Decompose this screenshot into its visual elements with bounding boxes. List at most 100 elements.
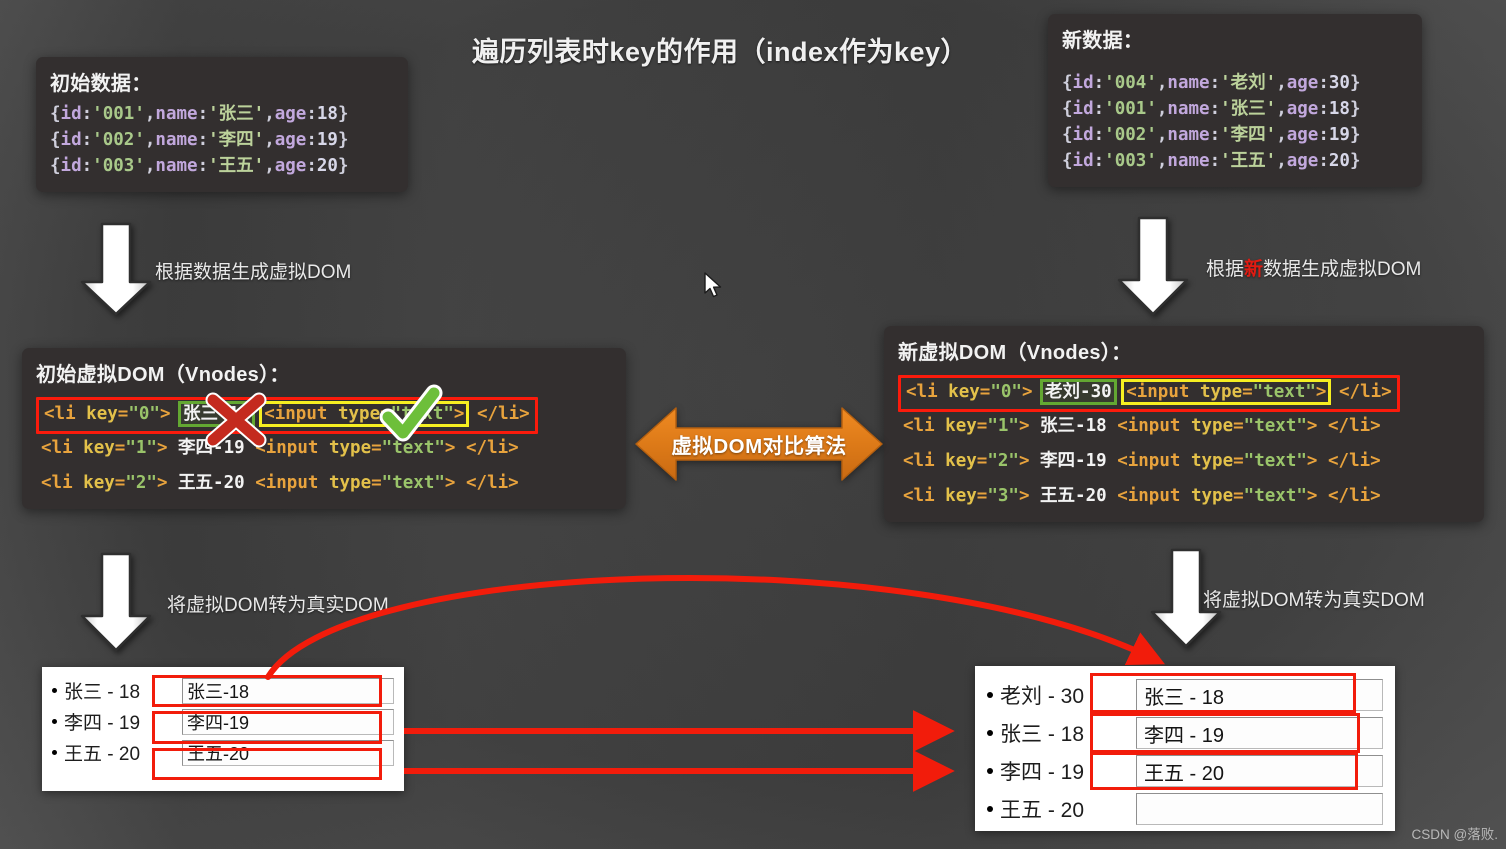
initial-vdom-key: "0" bbox=[128, 404, 160, 424]
new-data-id: '003' bbox=[1104, 150, 1157, 171]
new-data-title: 新数据： bbox=[1062, 30, 1144, 52]
realdom-left-label: 李四 - 19 bbox=[64, 713, 141, 734]
down-arrow-icon bbox=[78, 222, 154, 316]
new-vdom-row: <li key="1"> 张三-18 <input type="text"> <… bbox=[903, 415, 1381, 436]
initial-vdom-key: "1" bbox=[125, 437, 157, 458]
new-vdom-text: 张三-18 bbox=[1040, 415, 1107, 436]
down-arrow-icon bbox=[78, 552, 154, 652]
new-vdom-key: "0" bbox=[990, 382, 1022, 402]
new-data-line: {id:'004',name:'老刘',age:30} bbox=[1062, 73, 1361, 93]
new-data-line: {id:'003',name:'王五',age:20} bbox=[1062, 150, 1361, 171]
initial-data-line: {id:'002',name:'李四',age:19} bbox=[50, 129, 349, 150]
initial-data-line: {id:'003',name:'王五',age:20} bbox=[50, 155, 349, 176]
bullet-icon bbox=[987, 806, 993, 812]
label-to-realdom-left: 将虚拟DOM转为真实DOM bbox=[167, 595, 389, 616]
realdom-left-row: 李四 - 19 李四-19 bbox=[52, 706, 394, 737]
diff-algorithm-arrow: 虚拟DOM对比算法 bbox=[634, 404, 884, 484]
realdom-right-row: 李四 - 19 王五 - 20 bbox=[987, 752, 1383, 790]
initial-data-panel: 初始数据： {id:'001',name:'张三',age:18} {id:'0… bbox=[36, 57, 408, 192]
new-data-name: '张三' bbox=[1220, 98, 1277, 119]
initial-data-id: '002' bbox=[92, 129, 145, 150]
realdom-left-label: 张三 - 18 bbox=[64, 682, 141, 703]
initial-data-age: 20 bbox=[316, 155, 338, 176]
initial-vdom-text: 李四-19 bbox=[178, 437, 245, 458]
initial-data-id: '003' bbox=[92, 155, 145, 176]
label-generate-vdom-left: 根据数据生成虚拟DOM bbox=[155, 262, 352, 283]
bullet-icon bbox=[52, 750, 57, 755]
new-data-age: 20 bbox=[1328, 150, 1350, 171]
realdom-right-input[interactable]: 王五 - 20 bbox=[1136, 755, 1383, 787]
new-data-line: {id:'002',name:'李四',age:19} bbox=[1062, 124, 1361, 145]
new-vdom-title: 新虚拟DOM（Vnodes）： bbox=[898, 342, 1132, 364]
new-data-name: '老刘' bbox=[1220, 73, 1277, 93]
realdom-left-label: 王五 - 20 bbox=[64, 744, 141, 765]
new-vdom-key: "3" bbox=[987, 485, 1019, 506]
new-data-id: '001' bbox=[1104, 98, 1157, 119]
new-vdom-row: <li key="2"> 李四-19 <input type="text"> <… bbox=[903, 450, 1381, 471]
bullet-icon bbox=[987, 730, 993, 736]
initial-vdom-panel: 初始虚拟DOM（Vnodes）： <li key="0"> 张三-18 <inp… bbox=[22, 348, 626, 509]
label-highlight-new: 新 bbox=[1244, 259, 1264, 280]
realdom-left-input[interactable]: 张三-18 bbox=[182, 677, 394, 704]
realdom-right-input[interactable]: 李四 - 19 bbox=[1136, 717, 1383, 749]
new-vdom-row: <li key="3"> 王五-20 <input type="text"> <… bbox=[903, 485, 1381, 506]
initial-vdom-title: 初始虚拟DOM（Vnodes）： bbox=[36, 364, 290, 386]
initial-vdom-text-0: 张三-18 bbox=[178, 401, 255, 427]
realdom-right-row: 张三 - 18 李四 - 19 bbox=[987, 714, 1383, 752]
initial-vdom-text: 王五-20 bbox=[178, 472, 245, 493]
initial-vdom-row: <li key="1"> 李四-19 <input type="text"> <… bbox=[41, 437, 519, 458]
realdom-right-input[interactable] bbox=[1136, 793, 1383, 825]
realdom-right-label: 张三 - 18 bbox=[1000, 723, 1085, 746]
bullet-icon bbox=[52, 688, 57, 693]
realdom-right-row: 老刘 - 30 张三 - 18 bbox=[987, 676, 1383, 714]
realdom-right-label: 李四 - 19 bbox=[1000, 761, 1085, 784]
new-vdom-panel: 新虚拟DOM（Vnodes）： <li key="0"> 老刘-30 <inpu… bbox=[884, 326, 1484, 522]
mouse-cursor-icon bbox=[704, 272, 724, 300]
initial-data-age: 19 bbox=[316, 129, 338, 150]
initial-vdom-row: <li key="0"> 张三-18 <input type="text"> <… bbox=[44, 401, 530, 427]
initial-data-title: 初始数据： bbox=[50, 73, 152, 95]
page-title: 遍历列表时key的作用（index作为key） bbox=[471, 37, 969, 67]
initial-data-name: '李四' bbox=[208, 129, 265, 150]
initial-data-id: '001' bbox=[92, 104, 145, 124]
realdom-left-row: 王五 - 20 王五-20 bbox=[52, 737, 394, 768]
new-data-age: 18 bbox=[1328, 98, 1350, 119]
realdom-right-label: 王五 - 20 bbox=[1000, 799, 1085, 822]
new-vdom-highlight-row: <li key="0"> 老刘-30 <input type="text"> <… bbox=[898, 375, 1400, 412]
label-suffix: 数据生成虚拟DOM bbox=[1263, 259, 1422, 280]
new-data-age: 19 bbox=[1328, 124, 1350, 145]
new-data-id: '002' bbox=[1104, 124, 1157, 145]
new-data-name: '李四' bbox=[1220, 124, 1277, 145]
realdom-left-panel: 张三 - 18 张三-18 李四 - 19 李四-19 王五 - 20 王五-2… bbox=[42, 667, 404, 791]
initial-vdom-key: "2" bbox=[125, 472, 157, 493]
new-data-line: {id:'001',name:'张三',age:18} bbox=[1062, 98, 1361, 119]
realdom-right-label: 老刘 - 30 bbox=[1000, 685, 1085, 708]
realdom-left-input[interactable]: 王五-20 bbox=[182, 739, 394, 766]
realdom-right-input[interactable]: 张三 - 18 bbox=[1136, 679, 1383, 711]
label-prefix: 根据 bbox=[1206, 259, 1245, 280]
diagram-canvas: 遍历列表时key的作用（index作为key） 初始数据： {id:'001',… bbox=[0, 0, 1506, 849]
label-to-realdom-right: 将虚拟DOM转为真实DOM bbox=[1203, 590, 1425, 611]
new-vdom-text: 王五-20 bbox=[1040, 485, 1107, 506]
new-vdom-text-0: 老刘-30 bbox=[1040, 379, 1117, 405]
initial-data-name: '王五' bbox=[208, 155, 265, 176]
down-arrow-icon bbox=[1115, 216, 1191, 316]
new-data-age: 30 bbox=[1328, 73, 1350, 93]
new-vdom-key: "1" bbox=[987, 415, 1019, 436]
label-generate-vdom-right: 根据新数据生成虚拟DOM bbox=[1206, 254, 1421, 281]
initial-data-age: 18 bbox=[316, 104, 338, 124]
new-data-id: '004' bbox=[1104, 73, 1157, 93]
watermark: CSDN @落败. bbox=[1411, 827, 1498, 842]
initial-data-name: '张三' bbox=[208, 104, 265, 124]
realdom-right-panel: 老刘 - 30 张三 - 18 张三 - 18 李四 - 19 李四 - 19 … bbox=[975, 666, 1395, 831]
initial-vdom-highlight-row: <li key="0"> 张三-18 <input type="text"> <… bbox=[36, 397, 538, 434]
realdom-right-row: 王五 - 20 bbox=[987, 790, 1383, 828]
realdom-left-input[interactable]: 李四-19 bbox=[182, 708, 394, 735]
realdom-left-row: 张三 - 18 张三-18 bbox=[52, 675, 394, 706]
new-vdom-row: <li key="0"> 老刘-30 <input type="text"> <… bbox=[906, 379, 1392, 405]
new-vdom-key: "2" bbox=[987, 450, 1019, 471]
bullet-icon bbox=[52, 719, 57, 724]
bullet-icon bbox=[987, 692, 993, 698]
initial-data-line: {id:'001',name:'张三',age:18} bbox=[50, 104, 349, 124]
